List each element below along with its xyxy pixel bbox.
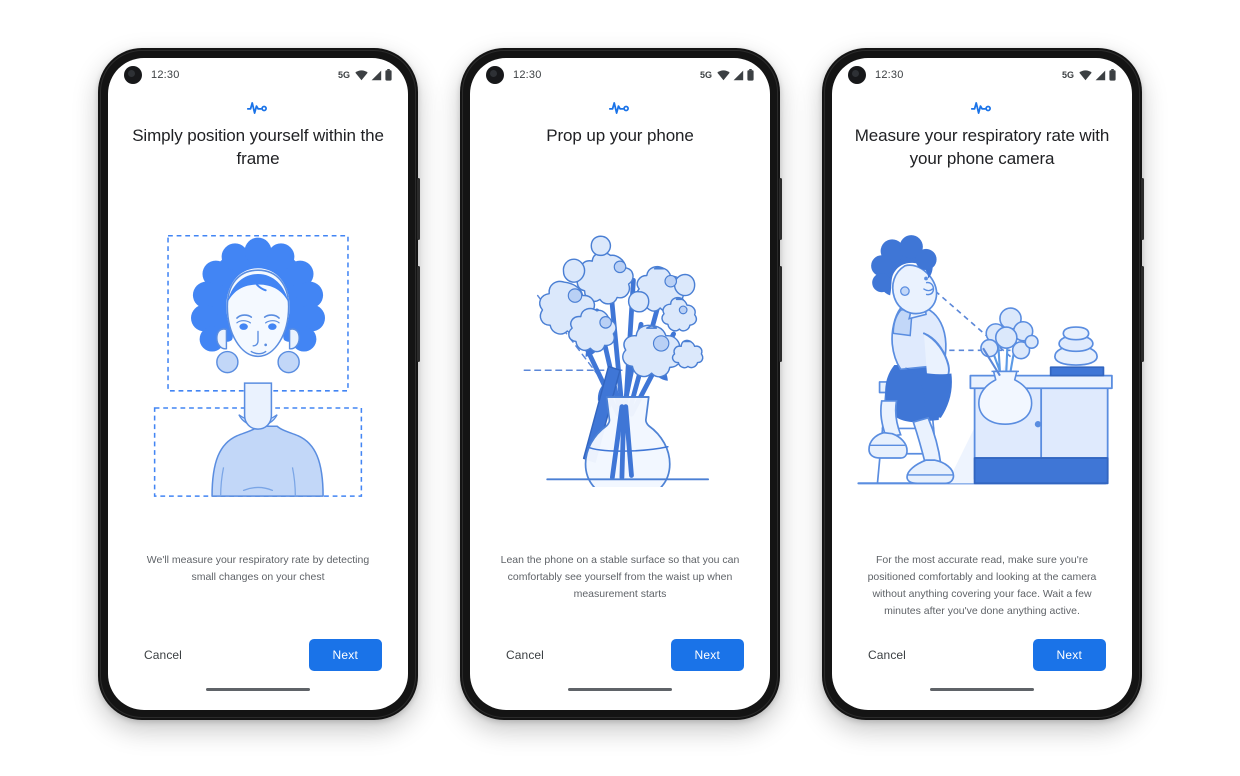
network-type-label: 5G	[1061, 70, 1074, 80]
wifi-icon	[717, 69, 730, 80]
respiratory-pulse-icon	[247, 102, 267, 114]
status-bar-indicators: 5G	[700, 69, 754, 81]
front-camera-punchhole	[848, 66, 866, 84]
cancel-button[interactable]: Cancel	[134, 640, 192, 670]
phone-screen-1: 12:30 5G Simply position yourself within…	[108, 58, 408, 710]
respiratory-pulse-icon	[971, 102, 991, 114]
next-button[interactable]: Next	[670, 639, 744, 671]
footer-actions-1: Cancel Next	[126, 626, 390, 688]
power-button[interactable]	[779, 266, 782, 362]
wifi-icon	[1079, 69, 1092, 80]
power-button[interactable]	[417, 266, 420, 362]
cellular-signal-icon	[1095, 70, 1106, 80]
status-bar: 12:30 5G	[470, 58, 770, 92]
status-bar-clock: 12:30	[875, 69, 904, 81]
gesture-navigation-bar[interactable]	[488, 688, 752, 710]
phone-screen-3: 12:30 5G Measure your respiratory rate w…	[832, 58, 1132, 710]
phone-mockup-3: 12:30 5G Measure your respiratory rate w…	[822, 48, 1144, 720]
battery-icon	[1109, 69, 1116, 81]
status-bar-indicators: 5G	[338, 69, 392, 81]
cellular-signal-icon	[371, 70, 382, 80]
cancel-button[interactable]: Cancel	[496, 640, 554, 670]
illustration-person-on-stool	[850, 170, 1114, 552]
power-button[interactable]	[1141, 266, 1144, 362]
illustration-person-in-frame	[126, 170, 390, 552]
network-type-label: 5G	[337, 70, 350, 80]
screen-content-1: Simply position yourself within the fram…	[108, 92, 408, 710]
phone-mockup-2: 12:30 5G Prop up your phone Lean the pho…	[460, 48, 782, 720]
volume-button[interactable]	[417, 178, 420, 240]
status-bar: 12:30 5G	[832, 58, 1132, 92]
body-text: Lean the phone on a stable surface so th…	[500, 554, 740, 600]
status-bar: 12:30 5G	[108, 58, 408, 92]
screenshot-stage: 12:30 5G Simply position yourself within…	[0, 0, 1240, 776]
page-title: Measure your respiratory rate with your …	[854, 126, 1110, 168]
gesture-navigation-bar[interactable]	[850, 688, 1114, 710]
status-bar-clock: 12:30	[513, 69, 542, 81]
phone-screen-2: 12:30 5G Prop up your phone Lean the pho…	[470, 58, 770, 710]
volume-button[interactable]	[1141, 178, 1144, 240]
next-button[interactable]: Next	[1032, 639, 1106, 671]
screen-content-2: Prop up your phone Lean the phone on a s…	[470, 92, 770, 710]
footer-actions-3: Cancel Next	[850, 626, 1114, 688]
volume-button[interactable]	[779, 178, 782, 240]
cancel-button[interactable]: Cancel	[858, 640, 916, 670]
battery-icon	[747, 69, 754, 81]
page-title: Prop up your phone	[546, 126, 694, 145]
gesture-navigation-bar[interactable]	[126, 688, 390, 710]
footer-actions-2: Cancel Next	[488, 626, 752, 688]
page-title: Simply position yourself within the fram…	[132, 126, 384, 168]
phone-mockup-1: 12:30 5G Simply position yourself within…	[98, 48, 420, 720]
network-type-label: 5G	[699, 70, 712, 80]
respiratory-pulse-icon	[609, 102, 629, 114]
status-bar-clock: 12:30	[151, 69, 180, 81]
illustration-flower-vase-with-phone	[488, 148, 752, 552]
battery-icon	[385, 69, 392, 81]
next-button[interactable]: Next	[308, 639, 382, 671]
body-text: We'll measure your respiratory rate by d…	[146, 554, 370, 583]
body-text: For the most accurate read, make sure yo…	[867, 554, 1097, 617]
status-bar-indicators: 5G	[1062, 69, 1116, 81]
wifi-icon	[355, 69, 368, 80]
screen-content-3: Measure your respiratory rate with your …	[832, 92, 1132, 710]
front-camera-punchhole	[124, 66, 142, 84]
front-camera-punchhole	[486, 66, 504, 84]
cellular-signal-icon	[733, 70, 744, 80]
